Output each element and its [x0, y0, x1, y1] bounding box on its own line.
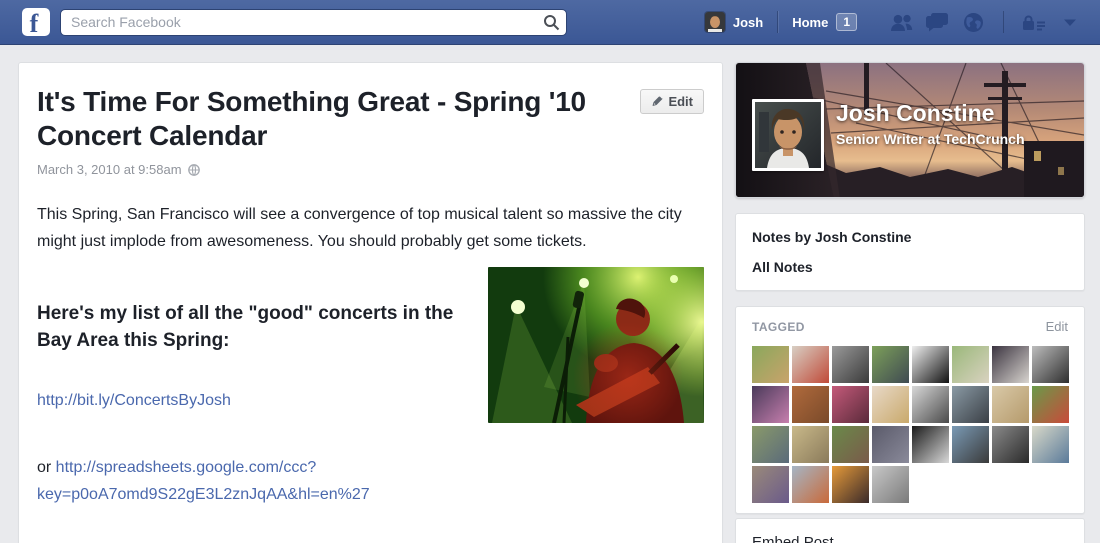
search-container: [60, 9, 567, 36]
note-header: It's Time For Something Great - Spring '…: [37, 85, 704, 153]
tagged-photo[interactable]: [832, 386, 869, 423]
link2-prefix: or: [37, 459, 56, 476]
tagged-photo[interactable]: [992, 386, 1029, 423]
messages-icon[interactable]: [924, 0, 950, 45]
top-navbar: f Josh Home 1: [0, 0, 1100, 45]
search-icon[interactable]: [541, 14, 561, 32]
profile-face-image: [755, 102, 821, 168]
right-sidebar: Josh Constine Senior Writer at TechCrunc…: [735, 62, 1085, 543]
tagged-photo[interactable]: [872, 426, 909, 463]
tagged-photo[interactable]: [832, 426, 869, 463]
tagged-photo[interactable]: [912, 386, 949, 423]
tagged-section-label: TAGGED: [752, 320, 805, 334]
profile-picture[interactable]: [752, 99, 824, 171]
tagged-header: TAGGED Edit: [752, 319, 1068, 334]
tagged-photo[interactable]: [912, 426, 949, 463]
notifications-globe-icon[interactable]: [960, 0, 986, 45]
note-body: This Spring, San Francisco will see a co…: [37, 201, 704, 543]
tagged-photo[interactable]: [992, 426, 1029, 463]
note-paragraph-link2: or http://spreadsheets.google.com/ccc?ke…: [37, 454, 704, 508]
tagged-photo[interactable]: [952, 386, 989, 423]
note-date-row: March 3, 2010 at 9:58am: [37, 162, 704, 177]
user-avatar[interactable]: [705, 12, 725, 32]
all-notes-link[interactable]: All Notes: [752, 259, 1068, 275]
spreadsheet-link[interactable]: http://spreadsheets.google.com/ccc?key=p…: [37, 459, 370, 503]
concert-photo[interactable]: [488, 267, 704, 423]
tagged-photo[interactable]: [752, 386, 789, 423]
navbar-right: Josh Home 1: [705, 0, 1088, 45]
privacy-globe-icon: [188, 164, 200, 176]
tagged-photo[interactable]: [952, 346, 989, 383]
tagged-photo[interactable]: [1032, 426, 1069, 463]
tagged-photo[interactable]: [872, 346, 909, 383]
tagged-photo[interactable]: [792, 346, 829, 383]
facebook-logo[interactable]: f: [22, 8, 50, 36]
edit-note-button[interactable]: Edit: [640, 89, 704, 114]
nav-divider: [1003, 11, 1004, 33]
embed-post-card: Embed Post: [735, 518, 1085, 543]
note-title: It's Time For Something Great - Spring '…: [37, 85, 627, 153]
note-paragraph-intro: This Spring, San Francisco will see a co…: [37, 201, 704, 255]
profile-subtitle: Senior Writer at TechCrunch: [836, 131, 1025, 147]
note-paragraph-share: Share it with your friends and networks …: [37, 538, 704, 543]
tagged-photo[interactable]: [832, 466, 869, 503]
tagged-photo[interactable]: [952, 426, 989, 463]
tagged-photo[interactable]: [792, 466, 829, 503]
tagged-photo[interactable]: [872, 466, 909, 503]
tagged-photo[interactable]: [752, 466, 789, 503]
nav-profile-link[interactable]: Josh: [733, 15, 763, 30]
tagged-edit-link[interactable]: Edit: [1046, 319, 1068, 334]
tagged-photo[interactable]: [752, 346, 789, 383]
profile-cover-card[interactable]: Josh Constine Senior Writer at TechCrunc…: [735, 62, 1085, 198]
tagged-photo[interactable]: [1032, 346, 1069, 383]
embed-post-link[interactable]: Embed Post: [752, 534, 1068, 543]
tagged-photo[interactable]: [912, 346, 949, 383]
tagged-card: TAGGED Edit: [735, 306, 1085, 514]
tagged-photo[interactable]: [1032, 386, 1069, 423]
home-notification-badge[interactable]: 1: [836, 13, 857, 31]
notes-nav-card: Notes by Josh Constine All Notes: [735, 213, 1085, 291]
profile-name: Josh Constine: [836, 99, 1025, 127]
facebook-f-icon: f: [30, 12, 43, 36]
friend-requests-icon[interactable]: [888, 0, 914, 45]
note-timestamp: March 3, 2010 at 9:58am: [37, 162, 182, 177]
tagged-photo[interactable]: [872, 386, 909, 423]
edit-button-label: Edit: [668, 94, 693, 109]
tagged-grid: [752, 346, 1068, 503]
tagged-photo[interactable]: [832, 346, 869, 383]
profile-identity[interactable]: Josh Constine Senior Writer at TechCrunc…: [836, 99, 1025, 147]
nav-divider: [777, 11, 778, 33]
tagged-photo[interactable]: [752, 426, 789, 463]
nav-home-link[interactable]: Home: [792, 15, 828, 30]
tagged-photo[interactable]: [792, 386, 829, 423]
privacy-shortcuts-lock-icon[interactable]: [1021, 0, 1047, 45]
pencil-icon: [651, 96, 663, 108]
concert-list-link[interactable]: http://bit.ly/ConcertsByJosh: [37, 392, 231, 409]
account-dropdown-caret-icon[interactable]: [1057, 0, 1083, 45]
tagged-photo[interactable]: [992, 346, 1029, 383]
tagged-photo[interactable]: [792, 426, 829, 463]
notes-section-title: Notes by Josh Constine: [752, 229, 1068, 245]
page-body: It's Time For Something Great - Spring '…: [0, 45, 1100, 543]
search-input[interactable]: [60, 9, 567, 36]
note-article-card: It's Time For Something Great - Spring '…: [18, 62, 723, 543]
